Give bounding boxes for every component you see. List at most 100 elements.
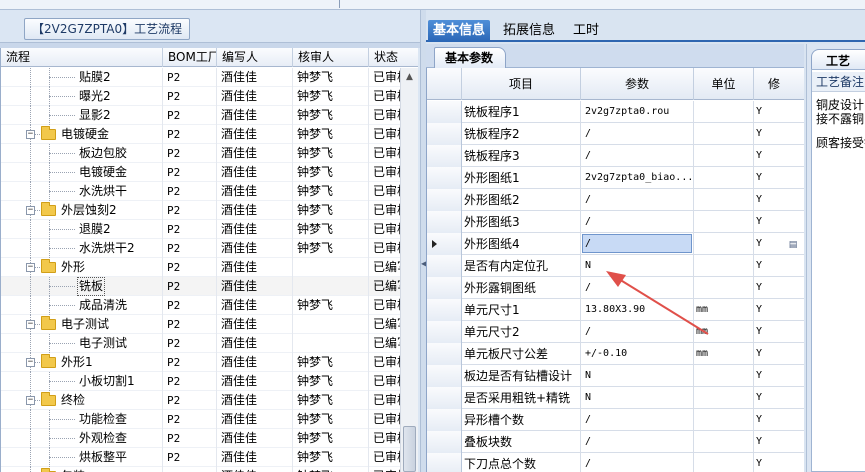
process-step-label[interactable]: 铣板: [77, 277, 106, 296]
process-group-label[interactable]: 终检: [61, 391, 85, 410]
column-header-author[interactable]: 编写人: [217, 48, 293, 67]
table-row[interactable]: 叠板块数 / Y: [427, 431, 804, 453]
param-value-cell[interactable]: +/-0.10: [581, 343, 694, 365]
row-selector[interactable]: [427, 101, 462, 123]
table-row[interactable]: 下刀点总个数 / Y: [427, 453, 804, 472]
param-value-cell[interactable]: N: [581, 255, 694, 277]
collapse-toggle-icon[interactable]: −: [26, 263, 35, 272]
column-header-item[interactable]: 项目: [462, 68, 581, 100]
process-step-label[interactable]: 小板切割1: [77, 372, 137, 391]
table-row[interactable]: −包装P2酒佳佳钟梦飞已审核: [1, 467, 401, 472]
param-value-cell[interactable]: /: [581, 145, 694, 167]
tab-process[interactable]: 工艺: [811, 49, 865, 69]
param-modify-cell[interactable]: Y: [754, 123, 804, 145]
table-row[interactable]: 功能检查 P2酒佳佳钟梦飞已审核: [1, 410, 401, 429]
row-selector[interactable]: [427, 409, 462, 431]
table-row[interactable]: 小板切割1 P2酒佳佳钟梦飞已审核: [1, 372, 401, 391]
process-step-label[interactable]: 电子测试: [77, 334, 129, 353]
table-row[interactable]: 单元尺寸2/mm Y: [427, 321, 804, 343]
process-group-label[interactable]: 外形: [61, 258, 85, 277]
process-group-label[interactable]: 外层蚀刻2: [61, 201, 117, 220]
param-modify-cell[interactable]: Y: [754, 211, 804, 233]
param-value-cell[interactable]: /: [581, 233, 694, 255]
row-selector[interactable]: [427, 123, 462, 145]
process-step-label[interactable]: 烘板整平: [77, 448, 129, 467]
row-selector[interactable]: [427, 321, 462, 343]
param-value-cell[interactable]: 13.80X3.90: [581, 299, 694, 321]
process-step-label[interactable]: 外观检查: [77, 429, 129, 448]
param-modify-cell[interactable]: Y: [754, 409, 804, 431]
param-value-cell[interactable]: N: [581, 365, 694, 387]
param-modify-cell[interactable]: Y: [754, 387, 804, 409]
column-header-flow[interactable]: 流程: [1, 48, 163, 67]
row-selector[interactable]: [427, 365, 462, 387]
param-modify-cell[interactable]: Y: [754, 255, 804, 277]
table-row[interactable]: 外观检查 P2酒佳佳钟梦飞已审核: [1, 429, 401, 448]
table-row[interactable]: − 外形 P2酒佳佳 已编写: [1, 258, 401, 277]
table-row[interactable]: 外形图纸1 2v2g7zpta0_biao... Y: [427, 167, 804, 189]
row-selector[interactable]: [427, 145, 462, 167]
table-row[interactable]: 显影2 P2酒佳佳钟梦飞已审核: [1, 106, 401, 125]
column-header-unit[interactable]: 单位: [694, 68, 754, 100]
param-modify-cell[interactable]: Y: [754, 145, 804, 167]
table-row[interactable]: 是否采用粗铣+精铣 N Y: [427, 387, 804, 409]
table-row[interactable]: 单元尺寸1 13.80X3.90 mm Y: [427, 299, 804, 321]
table-row[interactable]: 外形露铜图纸 / Y: [427, 277, 804, 299]
scrollbar-thumb[interactable]: [403, 426, 416, 472]
tab-extended-info[interactable]: 拓展信息: [498, 20, 560, 42]
table-row[interactable]: 板边包胶 P2酒佳佳钟梦飞已审核: [1, 144, 401, 163]
table-row[interactable]: 曝光2 P2酒佳佳钟梦飞已审核: [1, 87, 401, 106]
row-selector[interactable]: [427, 431, 462, 453]
column-header-param[interactable]: 参数: [581, 68, 694, 100]
row-selector[interactable]: [427, 387, 462, 409]
param-value-cell[interactable]: /: [581, 409, 694, 431]
param-modify-cell[interactable]: Y: [754, 277, 804, 299]
param-value-cell[interactable]: /: [581, 189, 694, 211]
table-row[interactable]: − 电镀硬金 P2酒佳佳钟梦飞已审核: [1, 125, 401, 144]
table-row[interactable]: 铣板 P2酒佳佳 已编写: [1, 277, 401, 296]
table-row[interactable]: 电镀硬金 P2酒佳佳钟梦飞已审核: [1, 163, 401, 182]
table-row[interactable]: 单元板尺寸公差 +/-0.10 mm Y: [427, 343, 804, 365]
param-value-cell[interactable]: /: [581, 123, 694, 145]
table-row[interactable]: 贴膜2 P2酒佳佳钟梦飞已审核: [1, 68, 401, 87]
param-value-cell[interactable]: 2v2g7zpta0.rou: [581, 101, 694, 123]
process-step-label[interactable]: 水洗烘干2: [77, 239, 137, 258]
row-selector[interactable]: [427, 189, 462, 211]
param-value-cell[interactable]: /: [581, 321, 694, 343]
collapse-toggle-icon[interactable]: −: [26, 396, 35, 405]
row-selector[interactable]: [427, 255, 462, 277]
table-row[interactable]: 铣板程序2/ Y: [427, 123, 804, 145]
process-group-label[interactable]: 电镀硬金: [61, 125, 109, 144]
process-group-label[interactable]: 电子测试: [61, 315, 109, 334]
table-row[interactable]: 铣板程序3/ Y: [427, 145, 804, 167]
process-step-label[interactable]: 贴膜2: [77, 68, 113, 87]
column-header-status[interactable]: 状态: [369, 48, 418, 67]
param-modify-cell[interactable]: Y: [754, 321, 804, 343]
table-row[interactable]: 退膜2 P2酒佳佳钟梦飞已审核: [1, 220, 401, 239]
process-grid-scrollbar[interactable]: ▲: [400, 68, 418, 472]
param-value-cell[interactable]: /: [581, 453, 694, 472]
table-row[interactable]: 是否有内定位孔 N Y: [427, 255, 804, 277]
row-selector[interactable]: [427, 211, 462, 233]
param-modify-cell[interactable]: Y: [754, 365, 804, 387]
param-modify-cell[interactable]: Y: [754, 189, 804, 211]
process-step-label[interactable]: 板边包胶: [77, 144, 129, 163]
table-row[interactable]: 外形图纸3/ Y: [427, 211, 804, 233]
param-value-cell[interactable]: N: [581, 387, 694, 409]
table-row[interactable]: − 外形1 P2酒佳佳钟梦飞已审核: [1, 353, 401, 372]
process-step-label[interactable]: 成品清洗: [77, 296, 129, 315]
param-value-cell[interactable]: 2v2g7zpta0_biao...: [581, 167, 694, 189]
row-selector[interactable]: [427, 453, 462, 472]
param-modify-cell[interactable]: Y: [754, 453, 804, 472]
row-selector[interactable]: [427, 299, 462, 321]
process-step-label[interactable]: 水洗烘干: [77, 182, 129, 201]
param-value-cell[interactable]: /: [581, 211, 694, 233]
column-header-reviewer[interactable]: 核审人: [293, 48, 369, 67]
row-selector[interactable]: [427, 343, 462, 365]
tab-work-hours[interactable]: 工时: [568, 20, 604, 42]
table-row[interactable]: 烘板整平 P2酒佳佳钟梦飞已审核: [1, 448, 401, 467]
param-modify-cell[interactable]: Y: [754, 101, 804, 123]
table-row[interactable]: 外形图纸4/Y: [427, 233, 804, 255]
subtab-basic-params[interactable]: 基本参数: [434, 47, 507, 68]
param-modify-cell[interactable]: Y: [754, 299, 804, 321]
